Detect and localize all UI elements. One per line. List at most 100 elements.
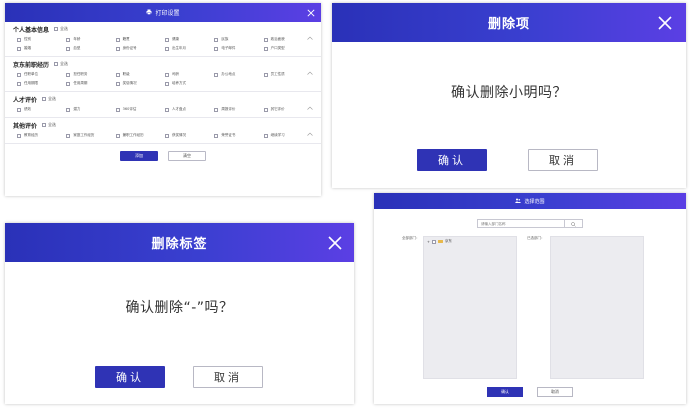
option-checkbox[interactable]: 户口类型 bbox=[263, 46, 313, 51]
department-tree-pane[interactable]: + 京东 bbox=[423, 236, 517, 379]
checkbox-box[interactable] bbox=[115, 46, 120, 51]
option-checkbox[interactable]: 教育经历 bbox=[17, 133, 66, 138]
checkbox-box[interactable] bbox=[17, 46, 21, 51]
option-checkbox[interactable]: 任用期限 bbox=[17, 81, 66, 86]
cancel-button[interactable]: 取消 bbox=[528, 149, 598, 171]
tree-node-checkbox[interactable] bbox=[431, 239, 436, 244]
select-all-checkbox[interactable]: 全选 bbox=[54, 26, 68, 32]
option-checkbox[interactable]: 籍贯 bbox=[115, 37, 165, 42]
option-checkbox[interactable]: 职级 bbox=[115, 72, 165, 77]
checkbox-box[interactable] bbox=[115, 81, 120, 86]
option-checkbox[interactable]: 绩效 bbox=[17, 107, 66, 112]
option-checkbox[interactable]: 360评估 bbox=[115, 107, 165, 112]
checkbox-box[interactable] bbox=[66, 72, 71, 77]
checkbox-box[interactable] bbox=[164, 81, 169, 86]
option-checkbox[interactable]: 获奖情况 bbox=[164, 133, 214, 138]
option-checkbox[interactable]: 潜力 bbox=[66, 107, 115, 112]
checkbox-box[interactable] bbox=[17, 81, 21, 86]
checkbox-box[interactable] bbox=[214, 107, 219, 112]
checkbox-box[interactable] bbox=[54, 62, 59, 66]
option-checkbox[interactable]: 担任职务 bbox=[66, 72, 115, 77]
checkbox-box[interactable] bbox=[17, 37, 21, 42]
checkbox-box[interactable] bbox=[214, 133, 219, 138]
checkbox-box[interactable] bbox=[42, 123, 47, 127]
cancel-button[interactable]: 取消 bbox=[193, 366, 263, 388]
option-checkbox[interactable]: 血型 bbox=[66, 46, 115, 51]
chevron-up-icon[interactable] bbox=[307, 95, 313, 114]
confirm-button[interactable]: 确认 bbox=[95, 366, 165, 388]
chevron-up-icon[interactable] bbox=[307, 60, 313, 79]
checkbox-box[interactable] bbox=[164, 46, 169, 51]
option-checkbox[interactable]: 性别 bbox=[17, 37, 66, 42]
checkbox-box[interactable] bbox=[263, 72, 268, 77]
checkbox-box[interactable] bbox=[66, 107, 71, 112]
option-checkbox[interactable]: 周报评价 bbox=[214, 107, 263, 112]
confirm-button[interactable]: 确认 bbox=[487, 387, 523, 397]
expand-icon[interactable]: + bbox=[427, 240, 430, 244]
checkbox-box[interactable] bbox=[164, 72, 169, 77]
checkbox-box[interactable] bbox=[66, 37, 71, 42]
checkbox-box[interactable] bbox=[263, 46, 268, 51]
option-checkbox[interactable]: 家庭工作经历 bbox=[66, 133, 115, 138]
chevron-up-icon[interactable] bbox=[307, 25, 313, 44]
checkbox-box[interactable] bbox=[66, 46, 71, 51]
search-icon[interactable] bbox=[564, 220, 582, 228]
option-checkbox[interactable]: 奖惩情况 bbox=[115, 81, 165, 86]
option-checkbox[interactable]: 司龄 bbox=[164, 72, 214, 77]
checkbox-box[interactable] bbox=[66, 81, 71, 86]
option-checkbox[interactable]: 任用周期 bbox=[66, 81, 115, 86]
checkbox-box[interactable] bbox=[66, 133, 71, 138]
option-checkbox[interactable]: 办公地点 bbox=[214, 72, 263, 77]
checkbox-box[interactable] bbox=[115, 133, 120, 138]
folder-icon bbox=[437, 239, 443, 244]
option-checkbox[interactable]: 民族 bbox=[214, 37, 263, 42]
clear-button[interactable]: 清空 bbox=[168, 151, 206, 161]
option-checkbox[interactable]: 其它评价 bbox=[263, 107, 313, 112]
checkbox-box[interactable] bbox=[214, 72, 219, 77]
select-all-checkbox[interactable]: 全选 bbox=[42, 122, 56, 128]
option-checkbox[interactable]: 年龄 bbox=[66, 37, 115, 42]
option-checkbox[interactable]: 健康 bbox=[164, 37, 214, 42]
option-checkbox[interactable]: 员工性质 bbox=[263, 72, 313, 77]
checkbox-box[interactable] bbox=[115, 72, 120, 77]
checkbox-box[interactable] bbox=[214, 46, 219, 51]
option-label: 血型 bbox=[73, 46, 81, 50]
option-checkbox[interactable]: 荣誉证书 bbox=[214, 133, 263, 138]
checkbox-box[interactable] bbox=[17, 72, 21, 77]
close-icon[interactable] bbox=[328, 235, 342, 250]
option-checkbox[interactable]: 培养方式 bbox=[164, 81, 214, 86]
close-icon[interactable] bbox=[307, 8, 315, 17]
checkbox-box[interactable] bbox=[115, 107, 120, 112]
option-checkbox[interactable]: 婚姻 bbox=[17, 46, 66, 51]
confirm-button[interactable]: 确认 bbox=[417, 149, 487, 171]
checkbox-box[interactable] bbox=[164, 37, 169, 42]
option-checkbox[interactable]: 继续学习 bbox=[263, 133, 313, 138]
option-checkbox[interactable]: 人才盘点 bbox=[164, 107, 214, 112]
close-icon[interactable] bbox=[658, 15, 672, 30]
cancel-button[interactable]: 取消 bbox=[537, 387, 573, 397]
checkbox-box[interactable] bbox=[54, 27, 59, 31]
selected-departments-pane[interactable] bbox=[550, 236, 644, 379]
checkbox-box[interactable] bbox=[17, 107, 21, 112]
checkbox-box[interactable] bbox=[164, 133, 169, 138]
option-checkbox[interactable]: 出生年月 bbox=[164, 46, 214, 51]
checkbox-box[interactable] bbox=[263, 37, 268, 42]
search-input[interactable] bbox=[478, 220, 564, 227]
checkbox-box[interactable] bbox=[115, 37, 120, 42]
option-checkbox[interactable]: 政治面貌 bbox=[263, 37, 313, 42]
option-checkbox[interactable]: 兼职工作经历 bbox=[115, 133, 165, 138]
option-checkbox[interactable]: 任职单位 bbox=[17, 72, 66, 77]
checkbox-box[interactable] bbox=[263, 107, 268, 112]
select-all-checkbox[interactable]: 全选 bbox=[54, 61, 68, 67]
checkbox-box[interactable] bbox=[17, 133, 21, 138]
checkbox-box[interactable] bbox=[263, 133, 268, 138]
checkbox-box[interactable] bbox=[42, 97, 47, 101]
option-checkbox[interactable]: 身份证号 bbox=[115, 46, 165, 51]
select-all-checkbox[interactable]: 全选 bbox=[42, 96, 56, 102]
chevron-up-icon[interactable] bbox=[307, 121, 313, 140]
add-button[interactable]: 添加 bbox=[120, 151, 158, 161]
checkbox-box[interactable] bbox=[214, 37, 219, 42]
checkbox-box[interactable] bbox=[164, 107, 169, 112]
option-checkbox[interactable]: 电子邮件 bbox=[214, 46, 263, 51]
tree-node-root[interactable]: + 京东 bbox=[427, 239, 452, 244]
